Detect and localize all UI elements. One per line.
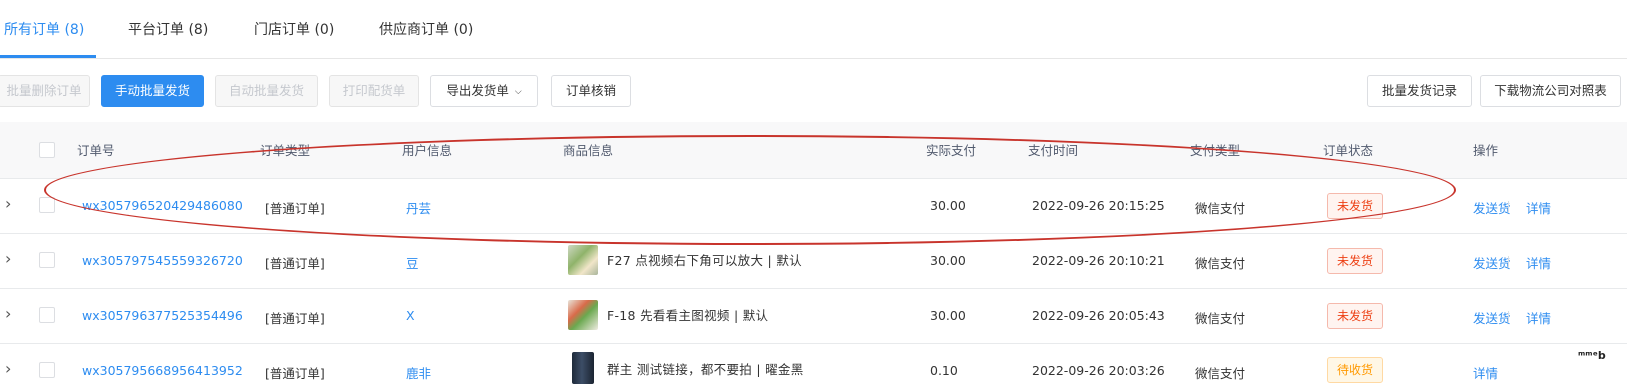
row-checkbox[interactable] (39, 307, 55, 323)
order-type: [普通订单] (265, 366, 325, 381)
order-number-link[interactable]: wx305796520429486080 (82, 198, 243, 213)
table-row: › wx305796520429486080 [普通订单] 丹芸 30.00 2… (0, 179, 1627, 234)
table-row: › wx305796377525354496 [普通订单] X F-18 先看看… (0, 289, 1627, 344)
header-user-info: 用户信息 (402, 143, 453, 158)
row-checkbox[interactable] (39, 252, 55, 268)
status-badge: 未发货 (1327, 303, 1384, 329)
header-order-status: 订单状态 (1323, 143, 1374, 158)
expand-chevron-icon[interactable]: › (5, 359, 11, 378)
pay-time: 2022-09-26 20:15:25 (1032, 198, 1165, 213)
action-divider (1508, 201, 1509, 213)
expand-chevron-icon[interactable]: › (5, 194, 11, 213)
table-header: 订单号 订单类型 用户信息 商品信息 实际支付 支付时间 支付类型 订单状态 操… (0, 122, 1627, 179)
user-name-link[interactable]: X (406, 308, 415, 323)
product-name: F27 点视频右下角可以放大 | 默认 (607, 253, 802, 268)
tab-platform-orders[interactable]: 平台订单 (8) (128, 19, 208, 39)
batch-ship-records-button[interactable]: 批量发货记录 (1367, 75, 1472, 107)
order-type: [普通订单] (265, 311, 325, 326)
order-verify-button[interactable]: 订单核销 (551, 75, 631, 107)
order-tabs: 所有订单 (8) 平台订单 (8) 门店订单 (0) 供应商订单 (0) (0, 0, 1627, 59)
pay-time: 2022-09-26 20:10:21 (1032, 253, 1165, 268)
pay-type: 微信支付 (1195, 311, 1246, 326)
row-checkbox[interactable] (39, 362, 55, 378)
manual-batch-ship-button[interactable]: 手动批量发货 (101, 75, 204, 107)
user-name-link[interactable]: 鹿非 (406, 363, 431, 382)
status-badge: 未发货 (1327, 193, 1384, 219)
order-number-link[interactable]: wx305797545559326720 (82, 253, 243, 268)
expand-chevron-icon[interactable]: › (5, 249, 11, 268)
user-name-link[interactable]: 丹芸 (406, 198, 431, 217)
ship-goods-link[interactable]: 发送货 (1473, 253, 1511, 272)
product-name: 群主 测试链接，都不要拍 | 曜金黑 (607, 362, 804, 377)
ship-goods-link[interactable]: 发送货 (1473, 308, 1511, 327)
pay-type: 微信支付 (1195, 366, 1246, 381)
product-thumbnail[interactable] (568, 300, 598, 330)
header-order-no: 订单号 (77, 143, 115, 158)
status-badge: 未发货 (1327, 248, 1384, 274)
order-type: [普通订单] (265, 201, 325, 216)
chevron-down-icon: ⌵ (514, 87, 522, 97)
watermark-logo: ᵐᵐᵉb (1578, 349, 1606, 362)
header-product-info: 商品信息 (563, 143, 614, 158)
order-number-link[interactable]: wx305795668956413952 (82, 363, 243, 378)
expand-chevron-icon[interactable]: › (5, 304, 11, 323)
tab-all-orders[interactable]: 所有订单 (8) (4, 19, 84, 39)
export-shipping-label: 导出发货单 (446, 83, 509, 98)
header-order-type: 订单类型 (260, 143, 311, 158)
paid-amount: 0.10 (930, 363, 958, 378)
table-row: › wx305797545559326720 [普通订单] 豆 F27 点视频右… (0, 234, 1627, 289)
pay-type: 微信支付 (1195, 201, 1246, 216)
tab-store-orders[interactable]: 门店订单 (0) (254, 19, 334, 39)
pay-type: 微信支付 (1195, 256, 1246, 271)
detail-link[interactable]: 详情 (1526, 253, 1551, 272)
detail-link[interactable]: 详情 (1473, 363, 1498, 382)
print-picking-list-button[interactable]: 打印配货单 (329, 75, 419, 107)
action-divider (1508, 256, 1509, 268)
product-thumbnail[interactable] (568, 245, 598, 275)
user-name-link[interactable]: 豆 (406, 253, 419, 272)
status-badge: 待收货 (1327, 357, 1384, 383)
export-shipping-dropdown[interactable]: 导出发货单 ⌵ (430, 75, 538, 107)
detail-link[interactable]: 详情 (1526, 198, 1551, 217)
pay-time: 2022-09-26 20:05:43 (1032, 308, 1165, 323)
product-thumbnail[interactable] (572, 352, 594, 384)
order-type: [普通订单] (265, 256, 325, 271)
table-row: › wx305795668956413952 [普通订单] 鹿非 群主 测试链接… (0, 344, 1627, 391)
header-actions: 操作 (1473, 143, 1499, 158)
paid-amount: 30.00 (930, 308, 966, 323)
product-name: F-18 先看看主图视频 | 默认 (607, 308, 769, 323)
header-paid-amount: 实际支付 (926, 143, 977, 158)
ship-goods-link[interactable]: 发送货 (1473, 198, 1511, 217)
header-pay-time: 支付时间 (1028, 143, 1079, 158)
row-checkbox[interactable] (39, 197, 55, 213)
tab-supplier-orders[interactable]: 供应商订单 (0) (379, 19, 473, 39)
pay-time: 2022-09-26 20:03:26 (1032, 363, 1165, 378)
batch-delete-button[interactable]: 批量删除订单 (0, 75, 90, 107)
header-pay-type: 支付类型 (1190, 143, 1241, 158)
order-number-link[interactable]: wx305796377525354496 (82, 308, 243, 323)
active-tab-indicator (0, 55, 96, 58)
download-logistics-table-button[interactable]: 下载物流公司对照表 (1480, 75, 1621, 107)
action-divider (1508, 311, 1509, 323)
paid-amount: 30.00 (930, 253, 966, 268)
auto-batch-ship-button[interactable]: 自动批量发货 (215, 75, 318, 107)
paid-amount: 30.00 (930, 198, 966, 213)
select-all-checkbox[interactable] (39, 142, 55, 158)
detail-link[interactable]: 详情 (1526, 308, 1551, 327)
